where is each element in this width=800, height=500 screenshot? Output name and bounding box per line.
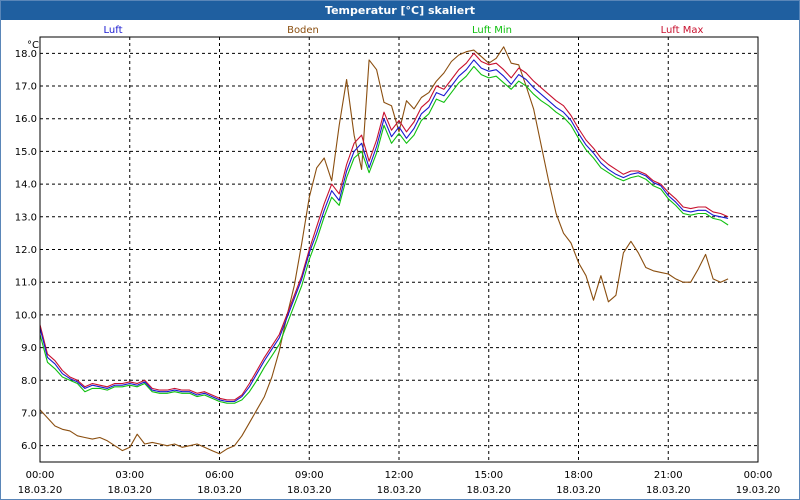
y-tick-label: 6.0 bbox=[21, 441, 37, 452]
x-tick-date-label: 18.03.20 bbox=[377, 485, 422, 496]
x-tick-date-label: 18.03.20 bbox=[18, 485, 63, 496]
x-tick-time-label: 12:00 bbox=[385, 470, 414, 481]
y-tick-label: 15.0 bbox=[15, 147, 37, 158]
x-tick-time-label: 18:00 bbox=[564, 470, 593, 481]
x-tick-date-label: 18.03.20 bbox=[646, 485, 691, 496]
series-line-luft bbox=[39, 59, 729, 403]
y-tick-label: 9.0 bbox=[21, 343, 37, 354]
series-line-luft-min bbox=[39, 65, 729, 404]
x-tick-time-label: 21:00 bbox=[654, 470, 683, 481]
x-tick-time-label: 06:00 bbox=[205, 470, 234, 481]
legend-entry-boden: Boden bbox=[287, 25, 319, 36]
legend-entry-luft-min: Luft Min bbox=[472, 25, 512, 36]
x-axis-ticks: 00:00 18.03.20 03:00 18.03.20 06:00 18.03.20 0… bbox=[18, 470, 781, 496]
temperature-line-chart: 18.017.016.015.014.013.012.011.010.09.08… bbox=[15, 25, 781, 496]
y-tick-label: 14.0 bbox=[15, 180, 37, 191]
x-tick-date-label: 19.03.20 bbox=[736, 485, 781, 496]
y-tick-label: 17.0 bbox=[15, 82, 37, 93]
x-tick-time-label: 00:00 bbox=[26, 470, 55, 481]
legend-entry-luft-max: Luft Max bbox=[661, 25, 704, 36]
legend-entry-luft: Luft bbox=[104, 25, 123, 36]
legend: Luft Boden Luft Min Luft Max bbox=[104, 25, 704, 36]
y-tick-label: 16.0 bbox=[15, 114, 37, 125]
x-tick-date-label: 18.03.20 bbox=[287, 485, 332, 496]
series-line-boden bbox=[39, 46, 729, 455]
y-tick-label: 12.0 bbox=[15, 245, 37, 256]
y-tick-label: 11.0 bbox=[15, 278, 37, 289]
x-tick-time-label: 09:00 bbox=[295, 470, 324, 481]
x-tick-date-label: 18.03.20 bbox=[556, 485, 601, 496]
y-axis-ticks: 18.017.016.015.014.013.012.011.010.09.08… bbox=[15, 49, 37, 452]
x-tick-time-label: 00:00 bbox=[744, 470, 773, 481]
y-tick-label: 7.0 bbox=[21, 408, 37, 419]
series-lines bbox=[39, 46, 729, 455]
x-tick-date-label: 18.03.20 bbox=[107, 485, 152, 496]
y-tick-label: 10.0 bbox=[15, 310, 37, 321]
grid bbox=[40, 37, 758, 462]
y-tick-label: 8.0 bbox=[21, 376, 37, 387]
x-tick-time-label: 03:00 bbox=[115, 470, 144, 481]
x-tick-date-label: 18.03.20 bbox=[466, 485, 511, 496]
y-tick-label: 13.0 bbox=[15, 212, 37, 223]
x-tick-time-label: 15:00 bbox=[474, 470, 503, 481]
x-tick-date-label: 18.03.20 bbox=[197, 485, 242, 496]
y-axis-unit-label: °C bbox=[27, 40, 39, 51]
